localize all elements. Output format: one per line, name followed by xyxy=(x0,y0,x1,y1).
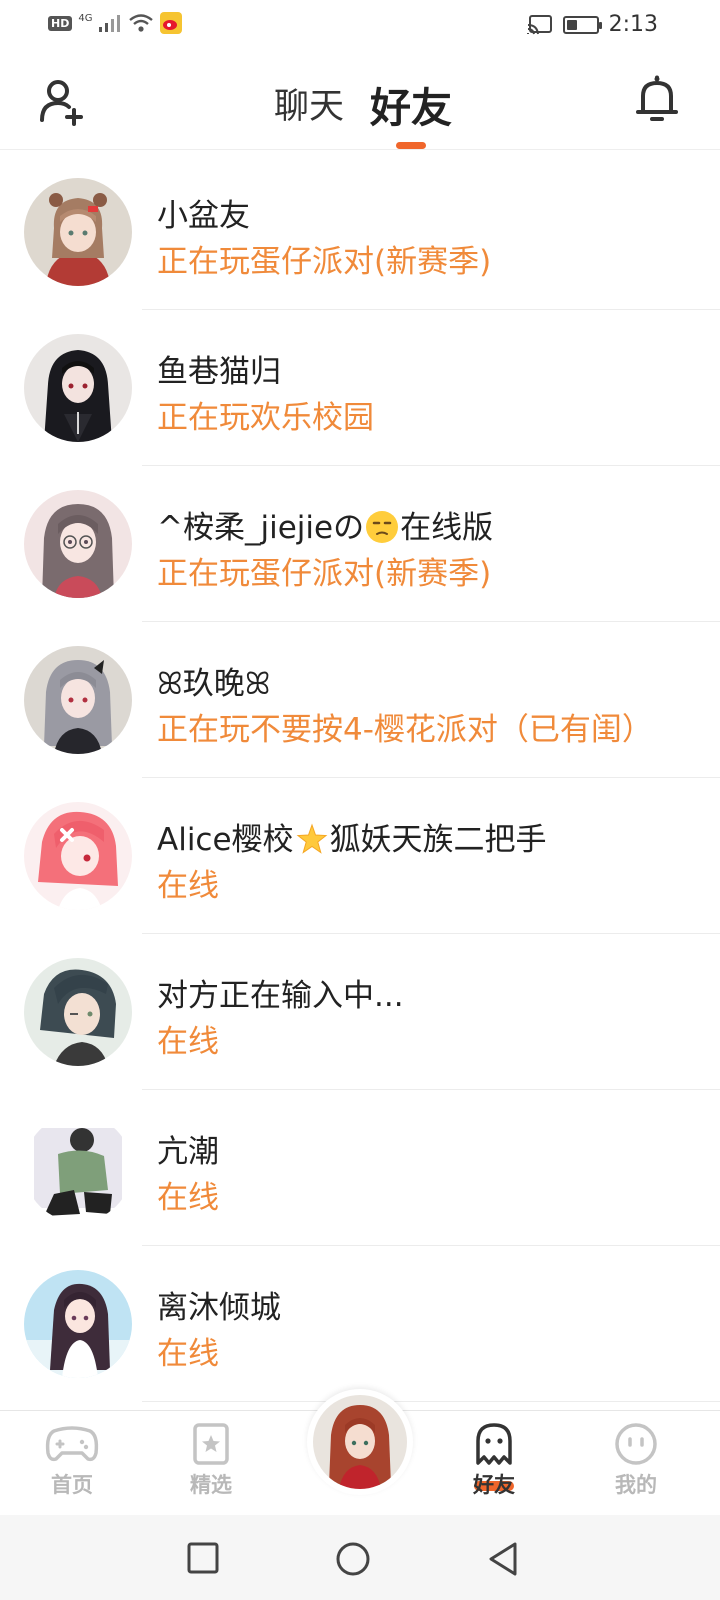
avatar-girl-grey-hair-icon xyxy=(24,646,132,754)
gamepad-icon xyxy=(45,1426,99,1462)
avatar-girl-pink-hair-icon xyxy=(24,802,132,910)
avatar[interactable] xyxy=(24,1114,132,1222)
top-bar: 聊天 好友 xyxy=(0,50,720,150)
friend-status: 正在玩蛋仔派对(新赛季) xyxy=(157,244,492,280)
friend-name: 鱼巷猫归 xyxy=(157,354,281,390)
friend-name: 离沐倾城 xyxy=(157,1290,281,1326)
avatar[interactable] xyxy=(24,1270,132,1378)
friend-row[interactable]: 鱼巷猫归 正在玩欢乐校园 xyxy=(0,310,720,466)
friend-name: 对方正在输入中... xyxy=(157,978,404,1014)
friend-row[interactable]: 对方正在输入中... 在线 xyxy=(0,934,720,1090)
cast-icon xyxy=(526,14,552,34)
avatar-girl-glasses-icon xyxy=(24,490,132,598)
friend-row[interactable]: 小盆友 正在玩蛋仔派对(新赛季) xyxy=(0,154,720,310)
bottom-nav: 首页 精选 好友 我的 xyxy=(0,1389,720,1515)
weibo-icon xyxy=(160,12,183,34)
ghost-icon xyxy=(476,1423,512,1465)
back-triangle-icon[interactable] xyxy=(486,1541,520,1577)
friend-row[interactable]: ꕤ玖晚ꕤ 正在玩不要按4-樱花派对（已有闺） xyxy=(0,622,720,778)
friend-row[interactable]: 离沐倾城 在线 xyxy=(0,1246,720,1402)
friend-name: Alice樱校 狐妖天族二把手 xyxy=(157,814,547,859)
wifi-icon xyxy=(129,14,154,32)
friend-status: 在线 xyxy=(157,1336,219,1372)
avatar[interactable] xyxy=(24,490,132,598)
nav-friends[interactable]: 好友 xyxy=(444,1421,544,1499)
smiley-icon xyxy=(615,1423,657,1465)
recent-apps-icon[interactable] xyxy=(186,1541,220,1575)
battery-level xyxy=(566,19,577,30)
star-card-icon xyxy=(193,1423,229,1465)
system-nav-bar xyxy=(0,1515,720,1600)
signal-icon xyxy=(99,15,121,32)
tab-chat[interactable]: 聊天 xyxy=(274,78,344,129)
friend-status: 正在玩不要按4-樱花派对（已有闺） xyxy=(157,712,653,748)
active-tab-indicator xyxy=(396,142,426,149)
avatar[interactable] xyxy=(24,646,132,754)
nav-featured[interactable]: 精选 xyxy=(161,1421,261,1499)
nav-me[interactable]: 我的 xyxy=(586,1421,686,1499)
nav-label: 好友 xyxy=(473,1473,515,1497)
unamused-face-icon xyxy=(366,511,399,543)
avatar-red-hair-icon xyxy=(313,1395,407,1489)
avatar[interactable] xyxy=(24,334,132,442)
avatar-girl-black-hair-icon xyxy=(24,334,132,442)
nav-center-avatar-button[interactable] xyxy=(307,1389,413,1495)
avatar-girl-brown-hair-icon xyxy=(24,178,132,286)
nav-label: 首页 xyxy=(51,1473,93,1497)
friend-name: 亢潮 xyxy=(157,1134,219,1170)
hd-badge: HD xyxy=(48,15,73,31)
battery-icon xyxy=(562,15,602,34)
friend-name: ^桉柔_jiejieの 在线版 xyxy=(157,502,493,547)
nav-label: 精选 xyxy=(190,1473,232,1497)
friend-name-prefix: Alice樱校 xyxy=(157,822,294,858)
friend-name-suffix: 狐妖天族二把手 xyxy=(329,822,547,858)
clock: 2:13 xyxy=(608,12,658,37)
friend-list: 小盆友 正在玩蛋仔派对(新赛季) 鱼巷猫归 正在玩欢乐校园 ^桉柔_jiejie… xyxy=(0,154,720,1402)
status-bar: HD 4G 2:13 xyxy=(0,0,720,50)
avatar[interactable] xyxy=(24,802,132,910)
glowing-star-icon xyxy=(296,823,328,855)
friend-name: ꕤ玖晚ꕤ xyxy=(157,666,271,702)
friend-name: 小盆友 xyxy=(157,198,250,234)
friend-status: 在线 xyxy=(157,1024,219,1060)
friend-row[interactable]: ^桉柔_jiejieの 在线版 正在玩蛋仔派对(新赛季) xyxy=(0,466,720,622)
friend-status: 在线 xyxy=(157,868,219,904)
avatar-girl-beach-icon xyxy=(24,1270,132,1378)
nav-label: 我的 xyxy=(615,1473,657,1497)
tab-friends[interactable]: 好友 xyxy=(370,74,452,134)
center-avatar xyxy=(313,1395,407,1489)
friend-status: 正在玩蛋仔派对(新赛季) xyxy=(157,556,492,592)
friend-row[interactable]: 亢潮 在线 xyxy=(0,1090,720,1246)
avatar-boy-dark-hair-icon xyxy=(24,958,132,1066)
network-type: 4G xyxy=(78,12,93,24)
status-right: 2:13 xyxy=(526,12,658,37)
friend-status: 在线 xyxy=(157,1180,219,1216)
friend-status: 正在玩欢乐校园 xyxy=(157,400,374,436)
friend-name-prefix: ^桉柔_jiejieの xyxy=(157,510,365,546)
status-left: HD 4G xyxy=(48,12,183,34)
avatar-figure-green-icon xyxy=(24,1114,132,1222)
friend-row[interactable]: Alice樱校 狐妖天族二把手 在线 xyxy=(0,778,720,934)
tab-bar: 聊天 好友 xyxy=(0,50,720,150)
bell-icon[interactable] xyxy=(632,74,682,126)
avatar[interactable] xyxy=(24,958,132,1066)
nav-home[interactable]: 首页 xyxy=(22,1421,122,1499)
friend-name-suffix: 在线版 xyxy=(400,510,494,546)
divider xyxy=(142,1401,720,1402)
home-circle-icon[interactable] xyxy=(335,1541,371,1577)
avatar[interactable] xyxy=(24,178,132,286)
